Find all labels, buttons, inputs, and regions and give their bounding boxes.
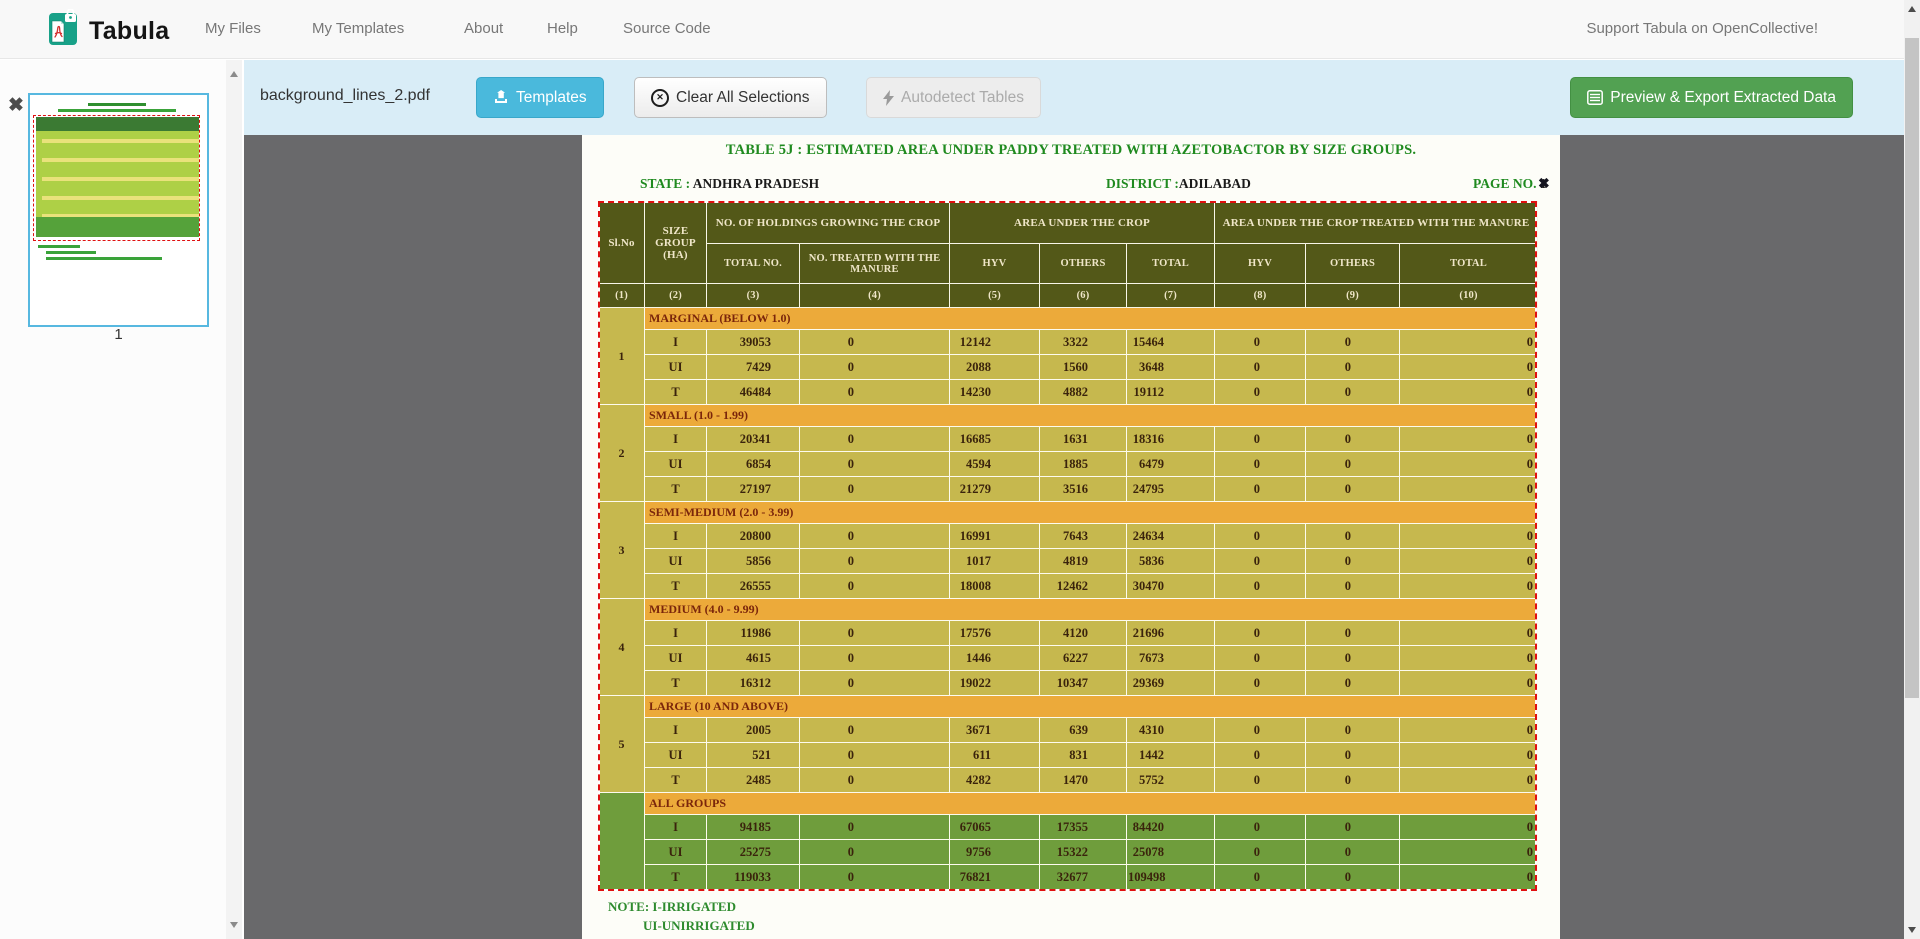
scrollbar-thumb[interactable] bbox=[1905, 38, 1919, 698]
thumb-note-line bbox=[46, 251, 96, 254]
pdf-state-label: STATE : ANDHRA PRADESH bbox=[640, 176, 819, 192]
pdf-district-label: DISTRICT :ADILABAD bbox=[1106, 176, 1251, 192]
scroll-up-icon[interactable] bbox=[230, 71, 238, 77]
thumb-title-line bbox=[58, 109, 176, 112]
page-thumbnails-sidebar: ✖ 1 bbox=[0, 60, 226, 939]
document-filename: background_lines_2.pdf bbox=[260, 87, 430, 105]
templates-button[interactable]: Templates bbox=[476, 77, 604, 118]
pdf-page-no-label: PAGE NO. 1 bbox=[1473, 176, 1547, 192]
nav-source-code[interactable]: Source Code bbox=[623, 0, 711, 58]
scroll-down-icon[interactable] bbox=[230, 922, 238, 928]
nav-help[interactable]: Help bbox=[547, 0, 578, 58]
remove-page-icon[interactable]: ✖ bbox=[8, 96, 24, 115]
tabula-logo-icon bbox=[48, 9, 79, 54]
clear-selections-icon: ✕ bbox=[651, 89, 669, 107]
thumb-note-line bbox=[46, 257, 162, 260]
browser-scrollbar[interactable] bbox=[1904, 0, 1920, 939]
nav-about[interactable]: About bbox=[464, 0, 503, 58]
preview-export-label: Preview & Export Extracted Data bbox=[1610, 89, 1836, 107]
navbar: Tabula My Files My Templates About Help … bbox=[0, 0, 1904, 59]
thumb-selection-outline bbox=[33, 115, 200, 241]
pdf-table-title: TABLE 5J : ESTIMATED AREA UNDER PADDY TR… bbox=[582, 142, 1560, 159]
autodetect-label: Autodetect Tables bbox=[901, 89, 1024, 107]
clear-selections-label: Clear All Selections bbox=[676, 89, 810, 107]
table-list-icon bbox=[1587, 90, 1603, 105]
selection-close-icon[interactable]: ✖ bbox=[1538, 176, 1550, 193]
autodetect-tables-button[interactable]: Autodetect Tables bbox=[866, 77, 1041, 118]
scrollbar-down-icon[interactable] bbox=[1908, 927, 1916, 933]
pdf-viewer-area: TABLE 5J : ESTIMATED AREA UNDER PADDY TR… bbox=[244, 135, 1904, 939]
lightning-icon bbox=[883, 90, 894, 106]
pdf-note-line-2: UI-UNIRRIGATED bbox=[643, 918, 755, 934]
scrollbar-up-icon[interactable] bbox=[1908, 6, 1916, 12]
templates-icon bbox=[493, 90, 509, 105]
brand-link[interactable]: Tabula bbox=[48, 9, 170, 54]
toolbar: background_lines_2.pdf Templates ✕ Clear… bbox=[244, 60, 1904, 135]
templates-label: Templates bbox=[516, 89, 587, 107]
thumb-title-line bbox=[88, 103, 146, 106]
thumb-note-line bbox=[38, 245, 80, 248]
nav-support-link[interactable]: Support Tabula on OpenCollective! bbox=[1586, 0, 1818, 58]
preview-export-button[interactable]: Preview & Export Extracted Data bbox=[1570, 77, 1853, 118]
clear-all-selections-button[interactable]: ✕ Clear All Selections bbox=[634, 77, 827, 118]
table-selection-box[interactable] bbox=[598, 201, 1537, 891]
sidebar-scrollbar[interactable] bbox=[226, 60, 242, 939]
page-1-thumbnail[interactable] bbox=[28, 93, 209, 327]
nav-my-templates[interactable]: My Templates bbox=[312, 0, 404, 58]
pdf-note-line-1: NOTE: I-IRRIGATED bbox=[608, 899, 736, 915]
brand-title: Tabula bbox=[89, 17, 170, 46]
page-number-label: 1 bbox=[28, 326, 209, 343]
pdf-page[interactable]: TABLE 5J : ESTIMATED AREA UNDER PADDY TR… bbox=[582, 135, 1560, 939]
nav-my-files[interactable]: My Files bbox=[205, 0, 261, 58]
